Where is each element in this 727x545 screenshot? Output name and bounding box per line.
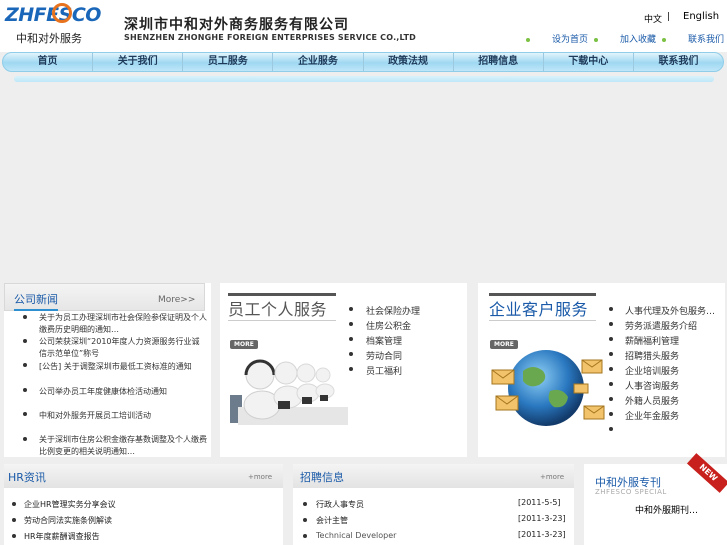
jobs-more-link[interactable]: +more — [540, 473, 564, 481]
job-title[interactable]: 行政人事专员 — [316, 499, 364, 510]
company-name-en: SHENZHEN ZHONGHE FOREIGN ENTERPRISES SER… — [124, 33, 417, 42]
contact-top-link[interactable]: 联系我们 — [662, 32, 724, 45]
bullet-icon — [303, 502, 307, 506]
bullet-icon — [609, 337, 613, 341]
bullet-icon — [12, 502, 16, 506]
bullet-icon — [609, 382, 613, 386]
language-english-link[interactable]: English — [683, 11, 719, 22]
sub-nav-bar — [14, 76, 714, 82]
news-item[interactable]: 公司举办员工年度健康体检活动通知 — [39, 386, 207, 398]
globe-mail-illustration — [491, 350, 605, 426]
enterprise-service-item[interactable]: 招聘猎头服务 — [625, 349, 679, 362]
bullet-icon — [609, 367, 613, 371]
bullet-icon — [23, 412, 27, 416]
call-center-illustration — [230, 359, 348, 425]
news-item[interactable]: 公司荣获深圳“2010年度人力资源服务行业诚信示范单位”称号 — [39, 336, 207, 360]
language-chinese-link[interactable]: 中文 — [644, 12, 662, 25]
nav-item-policy[interactable]: 政策法规 — [364, 53, 454, 71]
nav-item-download[interactable]: 下载中心 — [544, 53, 634, 71]
divider — [228, 320, 336, 321]
news-item[interactable]: 中和对外服务开展员工培训活动 — [39, 410, 207, 422]
bullet-icon — [526, 37, 530, 42]
bullet-icon — [609, 412, 613, 416]
job-date: [2011-5-5] — [518, 498, 561, 507]
nav-item-jobs[interactable]: 招聘信息 — [454, 53, 544, 71]
company-name-cn: 深圳市中和对外商务服务有限公司 — [124, 17, 349, 33]
enterprise-service-item[interactable]: 外籍人员服务 — [625, 394, 679, 407]
employee-service-item[interactable]: 劳动合同 — [366, 349, 402, 362]
enterprise-service-item[interactable]: 企业年金服务 — [625, 409, 679, 422]
bullet-icon — [303, 534, 307, 538]
enterprise-service-item[interactable]: 人事咨询服务 — [625, 379, 679, 392]
job-title[interactable]: 会计主管 — [316, 515, 348, 526]
company-news-more-link[interactable]: More>> — [158, 295, 195, 305]
bullet-icon — [594, 37, 598, 42]
enterprise-service-item[interactable]: 人事代理及外包服务… — [625, 304, 715, 317]
job-title[interactable]: Technical Developer — [316, 531, 396, 540]
enterprise-service-item[interactable]: 企业培训服务 — [625, 364, 679, 377]
bullet-icon — [12, 534, 16, 538]
set-homepage-link[interactable]: 设为首页 — [526, 32, 588, 45]
employee-service-title: 员工个人服务 — [228, 300, 328, 319]
nav-item-about[interactable]: 关于我们 — [93, 53, 184, 71]
special-item-link[interactable]: 中和外服期刊… — [635, 503, 698, 516]
hr-news-item[interactable]: 企业HR管理实务分享会议 — [24, 499, 116, 510]
hr-news-title: HR资讯 — [8, 471, 46, 484]
bullet-icon — [349, 322, 353, 326]
bullet-icon — [349, 352, 353, 356]
nav-item-home[interactable]: 首页 — [3, 53, 94, 71]
bullet-icon — [303, 518, 307, 522]
bullet-icon — [609, 352, 613, 356]
bullet-icon — [662, 37, 666, 42]
bullet-icon — [609, 322, 613, 326]
enterprise-service-item[interactable]: 劳务派遣服务介绍 — [625, 319, 697, 332]
logo-subtitle: 中和对外服务 — [16, 32, 82, 45]
enterprise-service-title: 企业客户服务 — [489, 300, 589, 319]
company-news-title: 公司新闻 — [14, 291, 58, 311]
bullet-icon — [23, 315, 27, 319]
news-item[interactable]: 关于深圳市住房公积金缴存基数调整及个人缴费比例变更的相关说明通知… — [39, 434, 207, 458]
bullet-icon — [23, 363, 27, 367]
bullet-icon — [609, 397, 613, 401]
logo-globe-icon — [52, 3, 72, 23]
bullet-icon — [23, 437, 27, 441]
job-date: [2011-3-23] — [518, 530, 566, 539]
bullet-icon — [609, 307, 613, 311]
nav-item-enterprise-service[interactable]: 企业服务 — [273, 53, 364, 71]
employee-service-item[interactable]: 社会保险办理 — [366, 304, 420, 317]
jobs-title: 招聘信息 — [300, 471, 344, 484]
bullet-icon — [349, 337, 353, 341]
main-nav: 首页 关于我们 员工服务 企业服务 政策法规 招聘信息 下载中心 联系我们 — [2, 52, 724, 72]
news-item[interactable]: [公告] 关于调整深圳市最低工资标准的通知 — [39, 361, 207, 373]
divider — [489, 320, 596, 321]
enterprise-service-item[interactable]: 薪酬福利管理 — [625, 334, 679, 347]
bullet-icon — [349, 367, 353, 371]
hr-news-more-link[interactable]: +more — [248, 473, 272, 481]
employee-service-item[interactable]: 住房公积金 — [366, 319, 411, 332]
add-favorite-link[interactable]: 加入收藏 — [594, 32, 656, 45]
hr-news-item[interactable]: HR年度薪酬调查报告 — [24, 531, 100, 542]
special-subtitle: ZHFESCO SPECIAL — [595, 488, 667, 496]
employee-service-item[interactable]: 员工福利 — [366, 364, 402, 377]
job-date: [2011-3-23] — [518, 514, 566, 523]
hr-news-item[interactable]: 劳动合同法实施条例解读 — [24, 515, 112, 526]
bullet-icon — [23, 339, 27, 343]
nav-item-employee-service[interactable]: 员工服务 — [183, 53, 274, 71]
bullet-icon — [349, 307, 353, 311]
bullet-icon — [609, 427, 613, 431]
bullet-icon — [23, 388, 27, 392]
bullet-icon — [12, 518, 16, 522]
employee-service-item[interactable]: 档案管理 — [366, 334, 402, 347]
language-separator: | — [667, 12, 671, 22]
news-item[interactable]: 关于为员工办理深圳市社会保险参保证明及个人缴费历史明细的通知… — [39, 312, 207, 336]
nav-item-contact[interactable]: 联系我们 — [634, 53, 723, 71]
